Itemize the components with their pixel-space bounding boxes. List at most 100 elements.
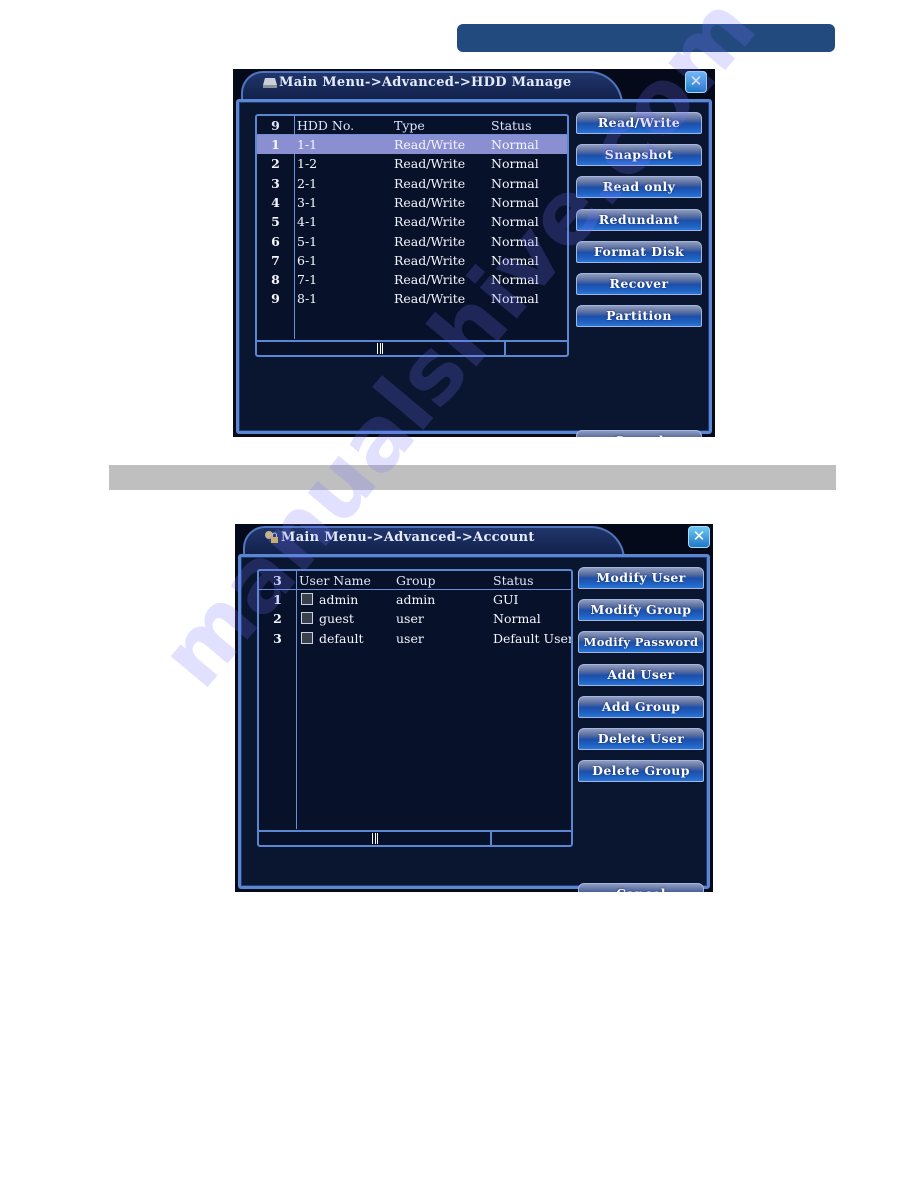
partition-button[interactable]: Partition bbox=[576, 305, 702, 328]
hdd-number: 2-1 bbox=[297, 175, 318, 191]
modify-user-button[interactable]: Modify User bbox=[578, 567, 704, 589]
hdd-status: Normal bbox=[491, 291, 539, 307]
table-row[interactable]: 3 2-1 Read/Write Normal bbox=[257, 174, 567, 193]
scrollbar-thumb[interactable] bbox=[377, 343, 383, 354]
hdd-type: Read/Write bbox=[394, 252, 466, 268]
header-bar bbox=[457, 24, 835, 52]
table-row[interactable]: 3 default user Default User bbox=[259, 629, 571, 648]
modify-group-button[interactable]: Modify Group bbox=[578, 599, 704, 622]
hdd-status: Normal bbox=[491, 137, 539, 152]
add-group-button[interactable]: Add Group bbox=[578, 695, 704, 718]
hdd-number: 8-1 bbox=[297, 291, 318, 307]
hdd-status: Normal bbox=[491, 194, 539, 210]
hdd-number: 1-1 bbox=[297, 137, 318, 152]
table-row[interactable]: 2 1-2 Read/Write Normal bbox=[257, 154, 567, 173]
column-header-user-name[interactable]: User Name bbox=[299, 573, 371, 588]
account-window: Main Menu->Advanced->Account ✕ 3 User Na… bbox=[235, 524, 713, 892]
close-button[interactable]: ✕ bbox=[685, 71, 707, 93]
hdd-manage-window: Main Menu->Advanced->HDD Manage ✕ 9 HDD … bbox=[233, 69, 715, 437]
hdd-status: Normal bbox=[491, 214, 539, 230]
hdd-type: Read/Write bbox=[394, 233, 466, 249]
table-row[interactable]: 1 1-1 Read/Write Normal bbox=[257, 135, 567, 154]
user-status: Normal bbox=[493, 611, 541, 627]
hdd-number: 1-2 bbox=[297, 156, 318, 172]
read-only-button[interactable]: Read only bbox=[576, 176, 702, 199]
hdd-status: Normal bbox=[491, 233, 539, 249]
hdd-number: 6-1 bbox=[297, 252, 318, 268]
table-row[interactable]: 8 7-1 Read/Write Normal bbox=[257, 270, 567, 289]
row-number: 2 bbox=[271, 156, 280, 172]
format-disk-button[interactable]: Format Disk bbox=[576, 240, 702, 263]
user-checkbox[interactable] bbox=[301, 612, 313, 625]
row-number: 1 bbox=[273, 592, 282, 607]
close-icon: ✕ bbox=[692, 527, 706, 545]
cancel-button[interactable]: Cancel bbox=[576, 430, 702, 437]
scrollbar-thumb[interactable] bbox=[372, 833, 378, 844]
table-row[interactable]: 2 guest user Normal bbox=[259, 609, 571, 628]
user-status: Default User bbox=[493, 630, 571, 646]
hdd-type: Read/Write bbox=[394, 272, 466, 288]
recover-button[interactable]: Recover bbox=[576, 273, 702, 295]
modify-password-button[interactable]: Modify Password bbox=[578, 631, 704, 654]
row-number: 6 bbox=[271, 233, 280, 249]
delete-user-button[interactable]: Delete User bbox=[578, 728, 704, 750]
table-row[interactable]: 5 4-1 Read/Write Normal bbox=[257, 212, 567, 231]
snapshot-button[interactable]: Snapshot bbox=[576, 144, 702, 167]
user-name: guest bbox=[319, 611, 354, 627]
table-row[interactable]: 1 admin admin GUI bbox=[259, 590, 571, 609]
hdd-number: 5-1 bbox=[297, 233, 318, 249]
user-group: admin bbox=[396, 592, 436, 607]
table-row[interactable]: 4 3-1 Read/Write Normal bbox=[257, 193, 567, 212]
row-number: 3 bbox=[271, 175, 280, 191]
user-checkbox[interactable] bbox=[301, 593, 313, 605]
user-group: user bbox=[396, 630, 424, 646]
add-user-button[interactable]: Add User bbox=[578, 663, 704, 686]
hdd-number: 3-1 bbox=[297, 194, 318, 210]
close-button[interactable]: ✕ bbox=[688, 526, 710, 548]
hdd-table: 9 HDD No. Type Status 1 1-1 Read/Write Norm… bbox=[255, 114, 569, 357]
read-write-button[interactable]: Read/Write bbox=[576, 112, 702, 134]
table-header: 9 HDD No. Type Status bbox=[257, 116, 567, 135]
column-header-status[interactable]: Status bbox=[491, 118, 532, 133]
table-row[interactable]: 9 8-1 Read/Write Normal bbox=[257, 289, 567, 308]
hdd-type: Read/Write bbox=[394, 156, 466, 172]
account-table: 3 User Name Group Status 1 admin admin GUI 2… bbox=[257, 569, 573, 847]
horizontal-scrollbar[interactable] bbox=[259, 830, 571, 845]
window-title: Main Menu->Advanced->HDD Manage bbox=[279, 75, 572, 90]
table-row[interactable]: 7 6-1 Read/Write Normal bbox=[257, 251, 567, 270]
hdd-type: Read/Write bbox=[394, 214, 466, 230]
user-group: user bbox=[396, 611, 424, 627]
table-row[interactable]: 6 5-1 Read/Write Normal bbox=[257, 232, 567, 251]
user-name: admin bbox=[319, 592, 359, 607]
hdd-type: Read/Write bbox=[394, 175, 466, 191]
hdd-number: 4-1 bbox=[297, 214, 318, 230]
row-count: 9 bbox=[271, 118, 280, 133]
hdd-status: Normal bbox=[491, 175, 539, 191]
column-header-status[interactable]: Status bbox=[493, 573, 534, 588]
row-number: 4 bbox=[271, 194, 280, 210]
hdd-type: Read/Write bbox=[394, 291, 466, 307]
content-panel: 3 User Name Group Status 1 admin admin GUI 2… bbox=[238, 554, 710, 892]
hdd-status: Normal bbox=[491, 272, 539, 288]
row-number: 8 bbox=[271, 272, 280, 288]
row-number: 1 bbox=[271, 137, 280, 152]
row-number: 2 bbox=[273, 611, 282, 627]
hdd-type: Read/Write bbox=[394, 194, 466, 210]
cancel-button[interactable]: Cancel bbox=[578, 883, 704, 892]
hdd-number: 7-1 bbox=[297, 272, 318, 288]
redundant-button[interactable]: Redundant bbox=[576, 208, 702, 231]
column-header-type[interactable]: Type bbox=[394, 118, 425, 133]
user-lock-icon bbox=[265, 531, 278, 543]
delete-group-button[interactable]: Delete Group bbox=[578, 760, 704, 783]
column-header-group[interactable]: Group bbox=[396, 573, 436, 588]
row-count: 3 bbox=[273, 573, 282, 588]
window-title: Main Menu->Advanced->Account bbox=[281, 530, 535, 545]
column-header-hdd-no[interactable]: HDD No. bbox=[297, 118, 354, 133]
user-name: default bbox=[319, 630, 364, 646]
user-status: GUI bbox=[493, 592, 519, 607]
horizontal-scrollbar[interactable] bbox=[257, 340, 567, 355]
user-checkbox[interactable] bbox=[301, 631, 313, 644]
row-number: 3 bbox=[273, 630, 282, 646]
row-number: 9 bbox=[271, 291, 280, 307]
row-number: 5 bbox=[271, 214, 280, 230]
